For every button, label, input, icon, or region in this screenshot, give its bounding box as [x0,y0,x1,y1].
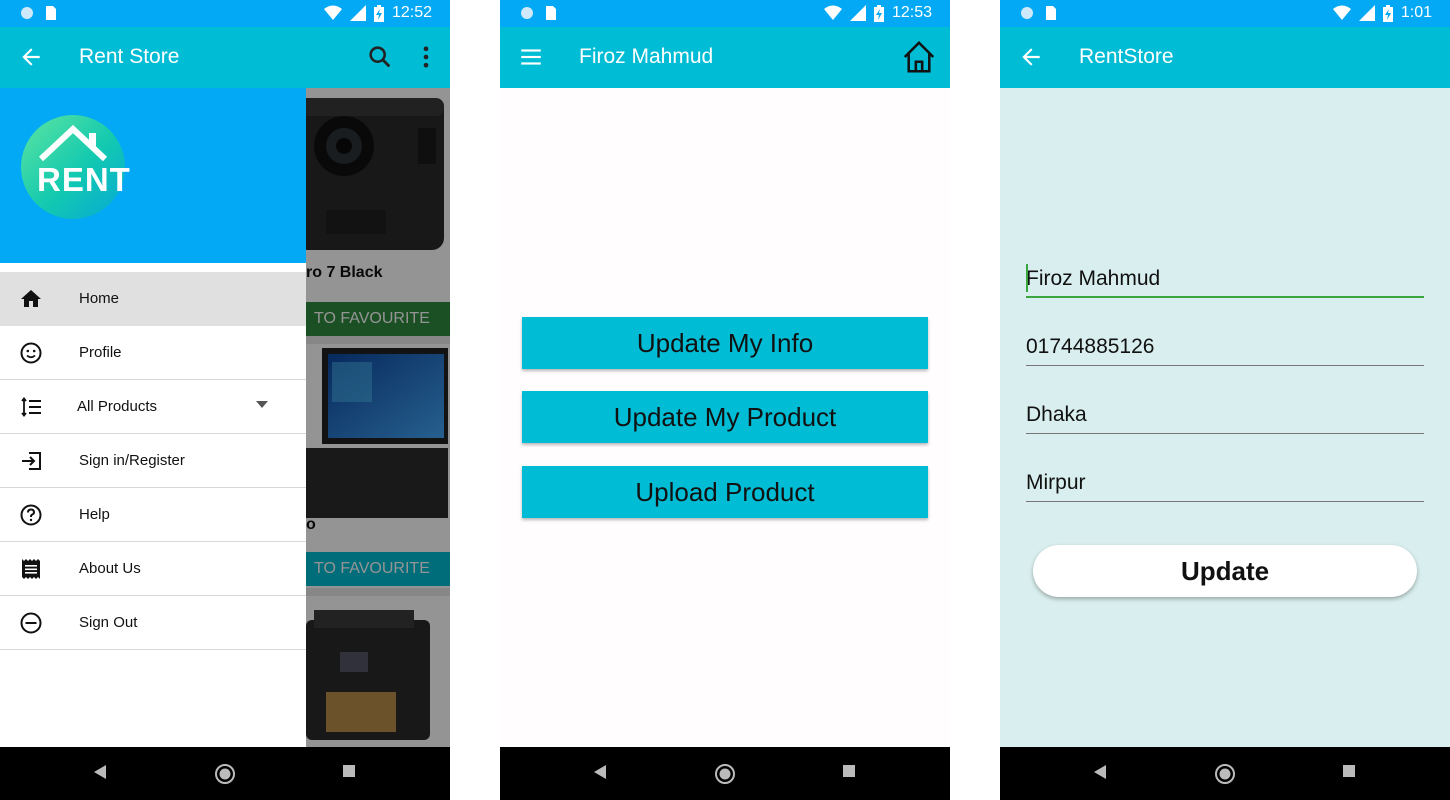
phone-screen-menu: 12:53 Firoz Mahmud Update My Info Update… [500,0,950,800]
app-bar: Rent Store [0,27,450,88]
search-icon[interactable] [366,43,394,71]
app-title: Firoz Mahmud [579,45,714,68]
phone-field[interactable]: 01744885126 [1026,330,1424,366]
battery-charging-icon [873,4,884,22]
phone-screen-drawer: 12:52 Rent Store ro 7 Black TO FAVOURITE [0,0,450,800]
drawer-item-all-products[interactable]: All Products [0,380,306,434]
clock: 12:52 [391,4,432,21]
city-field-value: Dhaka [1026,403,1087,426]
smiley-icon [20,342,42,364]
recents-nav-icon[interactable] [342,764,356,778]
wifi-icon [1332,5,1351,20]
name-field[interactable]: Firoz Mahmud [1026,262,1424,298]
clock: 1:01 [1400,4,1432,21]
name-field-value: Firoz Mahmud [1026,267,1161,290]
sign-in-icon [22,452,41,470]
drawer-item-label: Profile [79,344,122,361]
home-nav-icon[interactable] [714,763,736,785]
drawer-item-help[interactable]: Help [0,488,306,542]
app-bar: RentStore [1000,27,1450,88]
drawer-item-label: Help [79,506,110,523]
drawer-item-label: Sign in/Register [79,452,185,469]
drawer-item-about-us[interactable]: About Us [0,542,306,596]
back-nav-icon[interactable] [1093,764,1107,780]
home-outline-icon[interactable] [900,38,938,76]
signal-icon [349,5,366,21]
sd-card-icon [546,6,556,20]
help-icon [20,504,42,526]
phone-field-value: 01744885126 [1026,335,1155,358]
status-bar: 12:53 [500,0,950,27]
area-field[interactable]: Mirpur [1026,466,1424,502]
wifi-icon [823,5,842,20]
battery-charging-icon [373,4,384,22]
city-field[interactable]: Dhaka [1026,398,1424,434]
more-vert-icon[interactable] [412,43,440,71]
logo-text: RENT [37,161,131,198]
drawer-header: RENT [0,88,306,263]
app-title: Rent Store [79,45,180,68]
upload-product-button[interactable]: Upload Product [522,466,928,518]
wifi-icon [323,5,342,20]
receipt-icon [22,559,40,579]
system-nav-bar [1000,747,1450,800]
status-bar: 12:52 [0,0,450,27]
home-icon [21,290,41,307]
drawer-item-sign-in[interactable]: Sign in/Register [0,434,306,488]
signal-icon [849,5,866,21]
notification-dot-icon [1021,7,1033,19]
text-cursor [1026,264,1028,292]
dropdown-arrow-icon[interactable] [256,401,270,409]
drawer-item-label: About Us [79,560,141,577]
drawer-item-sign-out[interactable]: Sign Out [0,596,306,650]
drawer-item-label: Sign Out [79,614,138,631]
home-nav-icon[interactable] [214,763,236,785]
back-arrow-icon[interactable] [18,44,44,70]
back-nav-icon[interactable] [93,764,107,780]
sd-card-icon [1046,6,1056,20]
drawer-scrim[interactable] [306,88,450,747]
system-nav-bar [0,747,450,800]
recents-nav-icon[interactable] [1342,764,1356,778]
area-field-value: Mirpur [1026,471,1086,494]
minus-circle-icon [20,612,42,634]
hamburger-menu-icon[interactable] [518,44,544,70]
phone-screen-edit-info: 1:01 RentStore Firoz Mahmud 01744885126 … [1000,0,1450,800]
app-bar: Firoz Mahmud [500,27,950,88]
app-title: RentStore [1079,45,1174,68]
update-button[interactable]: Update [1033,545,1417,597]
recents-nav-icon[interactable] [842,764,856,778]
signal-icon [1358,5,1375,21]
battery-charging-icon [1382,4,1393,22]
update-my-info-button[interactable]: Update My Info [522,317,928,369]
navigation-drawer: RENT Home Profile All Products Sign in/R… [0,88,306,747]
status-bar: 1:01 [1000,0,1450,27]
home-nav-icon[interactable] [1214,763,1236,785]
notification-dot-icon [521,7,533,19]
drawer-item-label: All Products [77,398,158,415]
update-my-product-button[interactable]: Update My Product [522,391,928,443]
system-nav-bar [500,747,950,800]
drawer-item-profile[interactable]: Profile [0,326,306,380]
drawer-item-label: Home [79,290,120,307]
notification-dot-icon [21,7,33,19]
edit-form: Firoz Mahmud 01744885126 Dhaka Mirpur Up… [1000,88,1450,747]
back-arrow-icon[interactable] [1018,44,1044,70]
list-icon [21,397,41,417]
back-nav-icon[interactable] [593,764,607,780]
rent-logo: RENT [21,115,130,219]
main-content: Update My Info Update My Product Upload … [500,88,950,747]
drawer-item-home[interactable]: Home [0,272,306,326]
clock: 12:53 [891,4,932,21]
sd-card-icon [46,6,56,20]
